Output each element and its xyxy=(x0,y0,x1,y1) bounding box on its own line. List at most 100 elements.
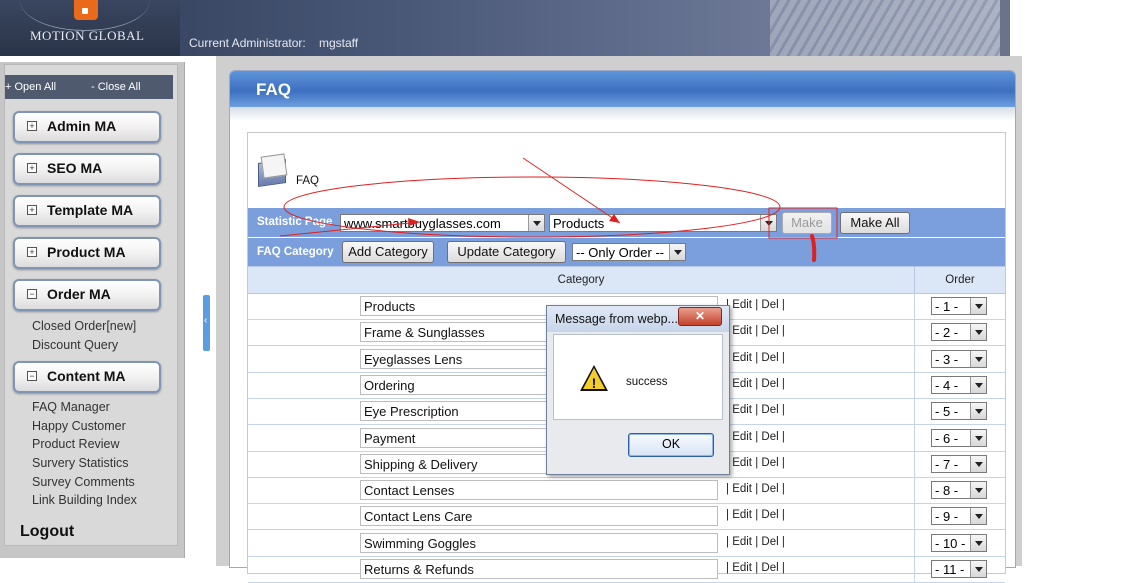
collapse-icon: − xyxy=(27,289,37,299)
dialog-body: ! success xyxy=(553,334,723,420)
link-survey-comments[interactable]: Survey Comments xyxy=(32,475,135,489)
link-closed-order[interactable]: Closed Order[new] xyxy=(32,319,136,333)
app-header: MOTION GLOBAL Current Administrator: mgs… xyxy=(0,0,1010,56)
edit-link[interactable]: Edit xyxy=(732,325,752,337)
message-dialog: Message from webp... ✕ ! success OK xyxy=(546,305,730,475)
panel-titlebar: FAQ xyxy=(230,71,1015,107)
order-select[interactable]: - 3 - xyxy=(931,349,987,368)
menu-template-ma[interactable]: + Template MA xyxy=(13,195,161,227)
close-all-link[interactable]: - Close All xyxy=(91,75,141,99)
order-select[interactable]: - 4 - xyxy=(931,375,987,394)
titlebar-shadow xyxy=(230,107,1015,121)
menu-label: SEO MA xyxy=(47,160,103,176)
del-link[interactable]: Del xyxy=(761,325,778,337)
sidebar-collapse-handle[interactable] xyxy=(203,295,210,351)
logo-mark-icon xyxy=(74,0,98,20)
order-select[interactable]: - 9 - xyxy=(931,507,987,526)
warning-icon-mark: ! xyxy=(591,375,597,391)
edit-link[interactable]: Edit xyxy=(732,457,752,469)
order-value: - 9 - xyxy=(935,509,959,525)
make-all-button[interactable]: Make All xyxy=(840,212,910,234)
row-actions: | Edit | Del | xyxy=(726,483,785,496)
order-value: - 3 - xyxy=(935,351,959,367)
open-all-link[interactable]: + Open All xyxy=(5,75,56,99)
del-link[interactable]: Del xyxy=(761,562,778,574)
logout-link[interactable]: Logout xyxy=(20,523,74,541)
chevron-down-icon xyxy=(970,508,986,525)
link-discount-query[interactable]: Discount Query xyxy=(32,338,118,352)
faq-category-bar: FAQ Category Add Category Update Categor… xyxy=(248,238,1005,266)
del-link[interactable]: Del xyxy=(761,536,778,548)
row-actions: | Edit | Del | xyxy=(726,535,785,548)
link-product-review[interactable]: Product Review xyxy=(32,437,120,451)
edit-link[interactable]: Edit xyxy=(732,483,752,495)
ok-button[interactable]: OK xyxy=(628,433,714,457)
order-select[interactable]: - 5 - xyxy=(931,402,987,421)
site-select[interactable]: www.smartbuyglasses.com xyxy=(340,214,545,232)
row-actions: | Edit | Del | xyxy=(726,377,785,390)
del-link[interactable]: Del xyxy=(761,431,778,443)
edit-link[interactable]: Edit xyxy=(732,536,752,548)
menu-label: Order MA xyxy=(47,286,111,302)
chevron-down-icon xyxy=(528,215,544,231)
del-link[interactable]: Del xyxy=(761,457,778,469)
sidebar: + Open All - Close All + Admin MA + SEO … xyxy=(0,62,185,558)
category-name-input[interactable]: Swimming Goggles xyxy=(360,532,718,553)
menu-order-ma[interactable]: − Order MA xyxy=(13,279,161,311)
link-faq-manager[interactable]: FAQ Manager xyxy=(32,400,110,414)
chevron-down-icon xyxy=(970,350,986,367)
update-category-button[interactable]: Update Category xyxy=(447,241,566,263)
column-divider xyxy=(914,503,915,530)
page-category-select[interactable]: Products xyxy=(549,214,777,232)
edit-link[interactable]: Edit xyxy=(732,509,752,521)
menu-content-ma[interactable]: − Content MA xyxy=(13,361,161,393)
make-button[interactable]: Make xyxy=(782,212,832,234)
del-link[interactable]: Del xyxy=(761,299,778,311)
add-category-button[interactable]: Add Category xyxy=(342,241,434,263)
category-name-input[interactable]: Contact Lens Care xyxy=(360,506,718,527)
dialog-message: success xyxy=(626,376,668,388)
link-happy-customer[interactable]: Happy Customer xyxy=(32,419,126,433)
menu-label: Admin MA xyxy=(47,118,117,134)
dialog-close-button[interactable]: ✕ xyxy=(678,307,722,326)
chevron-down-icon xyxy=(669,244,685,260)
menu-seo-ma[interactable]: + SEO MA xyxy=(13,153,161,185)
edit-link[interactable]: Edit xyxy=(732,378,752,390)
del-link[interactable]: Del xyxy=(761,378,778,390)
menu-label: Template MA xyxy=(47,202,134,218)
order-value: - 10 - xyxy=(935,535,966,551)
header-edge xyxy=(1000,0,1010,56)
order-value: - 1 - xyxy=(935,299,959,314)
order-select[interactable]: - 10 - xyxy=(931,533,987,552)
column-divider xyxy=(914,293,915,319)
menu-product-ma[interactable]: + Product MA xyxy=(13,237,161,269)
expand-icon: + xyxy=(27,205,37,215)
order-select[interactable]: - 11 - xyxy=(931,560,987,578)
order-select[interactable]: - 6 - xyxy=(931,428,987,447)
edit-link[interactable]: Edit xyxy=(732,352,752,364)
link-link-building-index[interactable]: Link Building Index xyxy=(32,493,137,507)
del-link[interactable]: Del xyxy=(761,404,778,416)
link-survery-statistics[interactable]: Survery Statistics xyxy=(32,456,129,470)
order-select[interactable]: - 1 - xyxy=(931,297,987,315)
column-divider xyxy=(914,371,915,398)
order-filter-select[interactable]: -- Only Order -- xyxy=(572,243,686,261)
order-select[interactable]: - 7 - xyxy=(931,454,987,473)
table-row: Swimming Goggles | Edit | Del | - 10 - xyxy=(248,529,1005,557)
category-name-input[interactable]: Returns & Refunds xyxy=(360,559,718,579)
order-select[interactable]: - 8 - xyxy=(931,481,987,500)
edit-link[interactable]: Edit xyxy=(732,431,752,443)
category-name-input[interactable]: Contact Lenses xyxy=(360,480,718,501)
column-divider xyxy=(914,398,915,425)
del-link[interactable]: Del xyxy=(761,509,778,521)
del-link[interactable]: Del xyxy=(761,352,778,364)
order-select[interactable]: - 2 - xyxy=(931,323,987,342)
row-actions: | Edit | Del | xyxy=(726,404,785,417)
menu-admin-ma[interactable]: + Admin MA xyxy=(13,111,161,143)
del-link[interactable]: Del xyxy=(761,483,778,495)
edit-link[interactable]: Edit xyxy=(732,299,752,311)
edit-link[interactable]: Edit xyxy=(732,562,752,574)
chevron-down-icon xyxy=(970,324,986,341)
folder-icon xyxy=(258,153,288,187)
edit-link[interactable]: Edit xyxy=(732,404,752,416)
